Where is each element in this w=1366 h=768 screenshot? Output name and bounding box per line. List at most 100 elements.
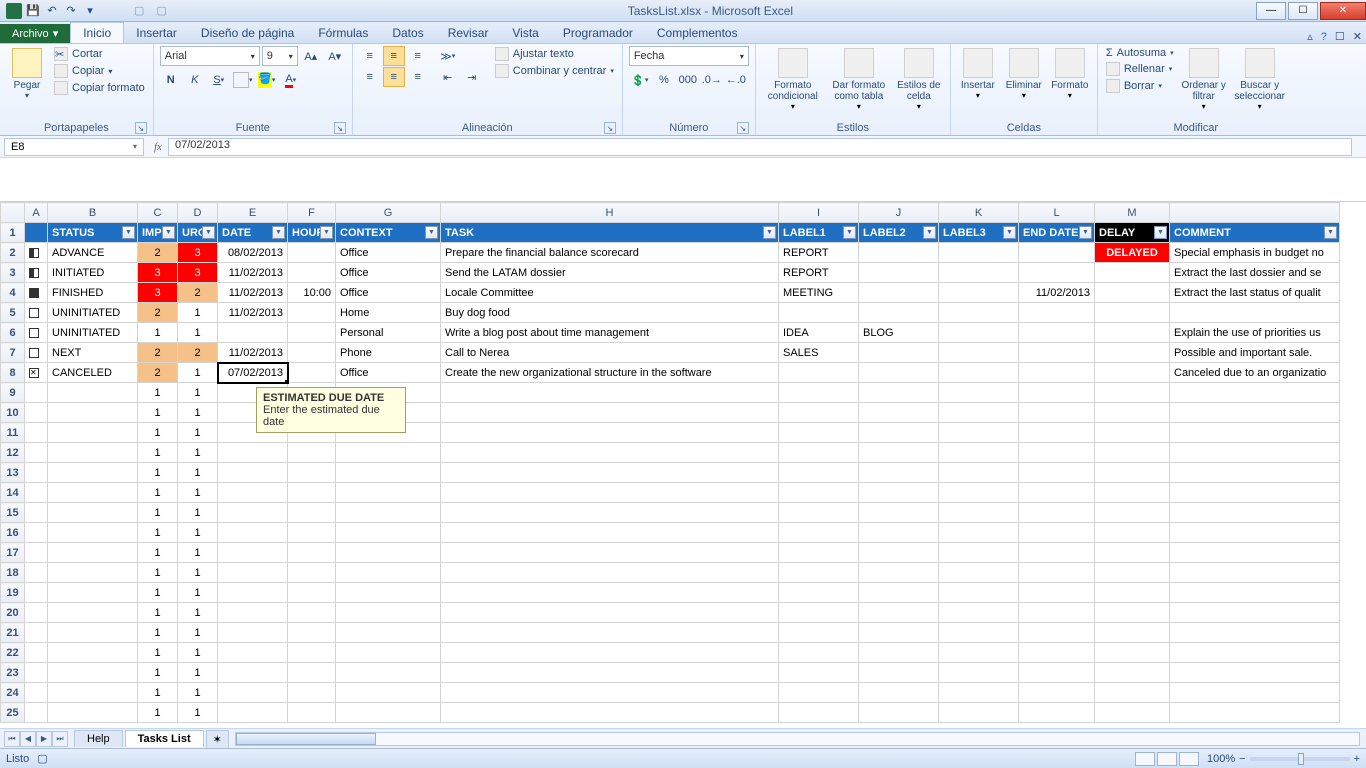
dialog-launcher-icon[interactable]: ↘ [604,122,616,134]
col-header-D[interactable]: D [178,203,218,223]
filter-arrow-icon[interactable]: ▼ [1154,226,1167,239]
table-header-comment[interactable]: COMMENT▼ [1170,223,1340,243]
table-row[interactable]: 911 [1,383,1340,403]
dialog-launcher-icon[interactable]: ↘ [334,122,346,134]
row-header-6[interactable]: 6 [1,323,25,343]
col-header-K[interactable]: K [939,203,1019,223]
ribbon-tab-dise-o-de-p-gina[interactable]: Diseño de página [189,23,306,43]
wrap-text-button[interactable]: Ajustar texto [493,46,616,62]
filter-arrow-icon[interactable]: ▼ [425,226,438,239]
row-header-7[interactable]: 7 [1,343,25,363]
table-header-end-date[interactable]: END DATE▼ [1019,223,1095,243]
horizontal-scrollbar[interactable] [235,732,1360,746]
clear-button[interactable]: Borrar ▾ [1104,78,1176,94]
dialog-launcher-icon[interactable]: ↘ [737,122,749,134]
align-center-button[interactable]: ≡ [383,67,405,87]
row-header-24[interactable]: 24 [1,683,25,703]
table-row[interactable]: 4FINISHED3211/02/201310:00OfficeLocale C… [1,283,1340,303]
delete-cells-button[interactable]: Eliminar▾ [1003,46,1045,102]
align-middle-button[interactable]: ≡ [383,46,405,66]
table-header-imp[interactable]: IMP▼ [138,223,178,243]
sheet-nav-prev-icon[interactable]: ◀ [20,731,36,747]
decrease-indent-button[interactable]: ⇤ [437,67,459,87]
close-button[interactable]: ✕ [1320,2,1366,20]
table-row[interactable]: 2311 [1,663,1340,683]
format-cells-button[interactable]: Formato▾ [1049,46,1091,102]
row-header-9[interactable]: 9 [1,383,25,403]
ribbon-tab-programador[interactable]: Programador [551,23,645,43]
italic-button[interactable]: K [184,70,206,90]
fill-color-button[interactable]: 🪣▾ [256,70,278,90]
table-row[interactable]: 1711 [1,543,1340,563]
merge-center-button[interactable]: Combinar y centrar ▾ [493,63,616,79]
table-row[interactable]: 3INITIATED3311/02/2013OfficeSend the LAT… [1,263,1340,283]
ribbon-tab-inicio[interactable]: Inicio [70,22,124,43]
undo-icon[interactable]: ↶ [44,3,60,19]
cut-button[interactable]: ✂Cortar [52,46,147,62]
cell-styles-button[interactable]: Estilos de celda▾ [894,46,944,113]
redo-icon[interactable]: ↷ [63,3,79,19]
ribbon-tab-complementos[interactable]: Complementos [645,23,750,43]
table-row[interactable]: 1611 [1,523,1340,543]
dialog-launcher-icon[interactable]: ↘ [135,122,147,134]
row-header-17[interactable]: 17 [1,543,25,563]
table-row[interactable]: 1111 [1,423,1340,443]
paste-button[interactable]: Pegar ▾ [6,46,48,102]
table-row[interactable]: 2211 [1,643,1340,663]
col-header-E[interactable]: E [218,203,288,223]
filter-arrow-icon[interactable]: ▼ [1003,226,1016,239]
align-top-button[interactable]: ≡ [359,46,381,66]
table-header-task[interactable]: TASK▼ [441,223,779,243]
filter-arrow-icon[interactable]: ▼ [923,226,936,239]
row-header-12[interactable]: 12 [1,443,25,463]
maximize-button[interactable]: ☐ [1288,2,1318,20]
decrease-decimal-button[interactable]: ←.0 [725,70,747,90]
row-header-19[interactable]: 19 [1,583,25,603]
col-header-G[interactable]: G [336,203,441,223]
sheet-tab-tasks-list[interactable]: Tasks List [125,730,204,747]
table-header-icon[interactable] [25,223,48,243]
copy-button[interactable]: Copiar ▾ [52,63,147,79]
ribbon-tab-f-rmulas[interactable]: Fórmulas [306,23,380,43]
sheet-nav-first-icon[interactable]: ⏮ [4,731,20,747]
find-select-button[interactable]: Buscar y seleccionar▾ [1232,46,1288,113]
fill-button[interactable]: Rellenar ▾ [1104,61,1176,77]
comma-button[interactable]: 000 [677,70,699,90]
currency-button[interactable]: 💲▾ [629,70,651,90]
select-all-corner[interactable] [1,203,25,223]
ribbon-tab-datos[interactable]: Datos [380,23,435,43]
table-row[interactable]: 6UNINITIATED11PersonalWrite a blog post … [1,323,1340,343]
filter-arrow-icon[interactable]: ▼ [122,226,135,239]
table-row[interactable]: 1411 [1,483,1340,503]
percent-button[interactable]: % [653,70,675,90]
increase-indent-button[interactable]: ⇥ [461,67,483,87]
col-header-A[interactable]: A [25,203,48,223]
sheet-nav-next-icon[interactable]: ▶ [36,731,52,747]
row-header-2[interactable]: 2 [1,243,25,263]
save-icon[interactable]: 💾 [25,3,41,19]
underline-button[interactable]: S▾ [208,70,230,90]
page-layout-view-button[interactable] [1157,752,1177,766]
ribbon-tab-revisar[interactable]: Revisar [436,23,501,43]
increase-decimal-button[interactable]: .0→ [701,70,723,90]
sheet-tab-help[interactable]: Help [74,730,123,747]
align-right-button[interactable]: ≡ [407,67,429,87]
row-header-21[interactable]: 21 [1,623,25,643]
table-row[interactable]: 1811 [1,563,1340,583]
filter-arrow-icon[interactable]: ▼ [1324,226,1337,239]
row-header-10[interactable]: 10 [1,403,25,423]
zoom-in-button[interactable]: + [1354,753,1360,765]
font-size-combo[interactable]: 9▾ [262,46,298,66]
worksheet-grid[interactable]: ABCDEFGHIJKLM1STATUS▼IMP▼URG▼DATE▼HOUR▼C… [0,202,1366,728]
zoom-out-button[interactable]: − [1239,753,1245,765]
row-header-20[interactable]: 20 [1,603,25,623]
mdichild-close-icon[interactable]: ✕ [1349,30,1366,43]
table-row[interactable]: 1011 [1,403,1340,423]
row-header-22[interactable]: 22 [1,643,25,663]
qat-dropdown-icon[interactable]: ▾ [82,3,98,19]
ribbon-tab-insertar[interactable]: Insertar [124,23,189,43]
row-header-18[interactable]: 18 [1,563,25,583]
col-header-F[interactable]: F [288,203,336,223]
filter-arrow-icon[interactable]: ▼ [272,226,285,239]
filter-arrow-icon[interactable]: ▼ [763,226,776,239]
